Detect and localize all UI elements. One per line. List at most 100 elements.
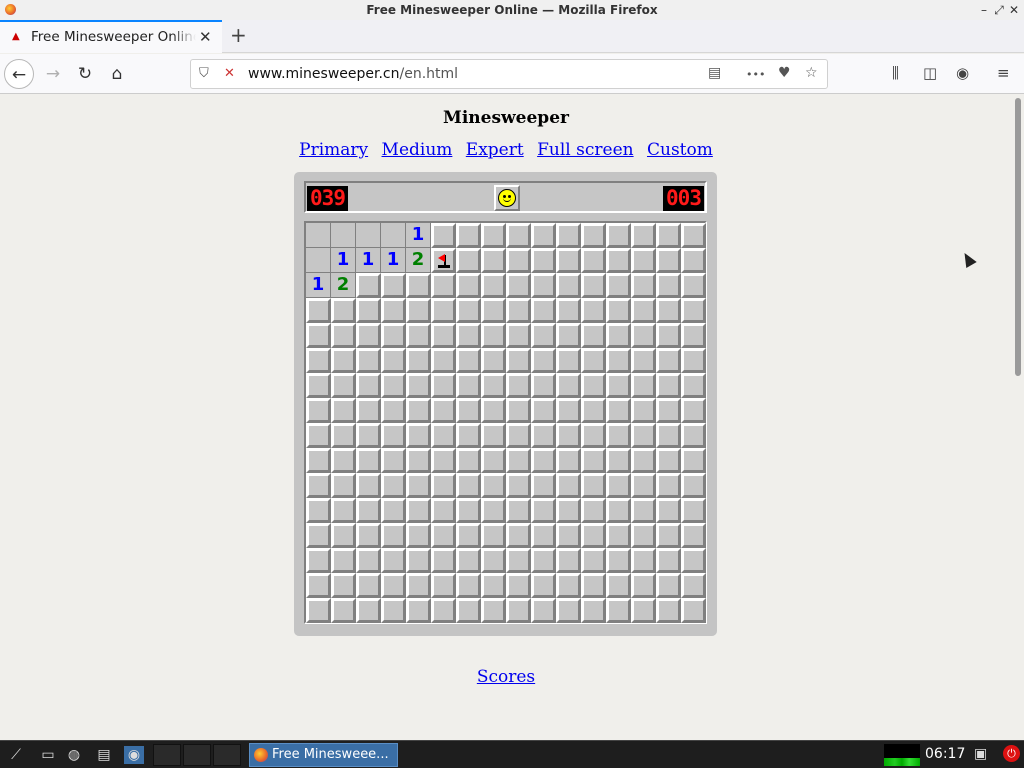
cell-hidden[interactable] [456, 248, 481, 273]
cell-hidden[interactable] [681, 523, 706, 548]
cell-hidden[interactable] [506, 498, 531, 523]
cell-hidden[interactable] [406, 423, 431, 448]
cell-hidden[interactable] [456, 598, 481, 623]
file-manager-icon[interactable]: ▤ [94, 746, 114, 764]
cell-hidden[interactable] [481, 273, 506, 298]
cell-hidden[interactable] [331, 348, 356, 373]
cell-hidden[interactable] [356, 423, 381, 448]
cell-hidden[interactable] [631, 223, 656, 248]
cell-hidden[interactable] [331, 523, 356, 548]
cell-hidden[interactable] [531, 498, 556, 523]
cell-hidden[interactable] [481, 423, 506, 448]
cell-hidden[interactable] [381, 448, 406, 473]
cell-hidden[interactable] [531, 298, 556, 323]
cell-hidden[interactable] [406, 448, 431, 473]
cell-hidden[interactable] [581, 448, 606, 473]
cell-hidden[interactable] [431, 223, 456, 248]
cell-hidden[interactable] [356, 548, 381, 573]
taskbar-clock[interactable]: 06:17 [925, 746, 965, 762]
workspace-3[interactable] [183, 744, 211, 766]
cell-hidden[interactable] [631, 373, 656, 398]
cell-hidden[interactable] [481, 323, 506, 348]
cell-hidden[interactable] [606, 448, 631, 473]
cell-hidden[interactable] [406, 373, 431, 398]
new-tab-icon[interactable]: + [230, 23, 247, 47]
workspace-4[interactable] [213, 744, 241, 766]
cell-hidden[interactable] [431, 423, 456, 448]
cell-number-1[interactable]: 1 [356, 248, 381, 273]
cell-hidden[interactable] [506, 523, 531, 548]
cell-hidden[interactable] [681, 348, 706, 373]
cell-hidden[interactable] [506, 373, 531, 398]
cell-hidden[interactable] [431, 323, 456, 348]
cell-hidden[interactable] [456, 323, 481, 348]
cell-hidden[interactable] [656, 248, 681, 273]
workspace-2[interactable] [153, 744, 181, 766]
library-icon[interactable]: ⫼ [892, 64, 899, 82]
smiley-reset-button[interactable] [494, 185, 520, 211]
cell-hidden[interactable] [356, 273, 381, 298]
cell-hidden[interactable] [431, 598, 456, 623]
cell-hidden[interactable] [581, 373, 606, 398]
cell-hidden[interactable] [356, 573, 381, 598]
cell-hidden[interactable] [356, 598, 381, 623]
cell-hidden[interactable] [581, 498, 606, 523]
cell-hidden[interactable] [381, 398, 406, 423]
cell-hidden[interactable] [681, 423, 706, 448]
menu-icon[interactable]: ≡ [997, 64, 1010, 82]
cell-hidden[interactable] [356, 323, 381, 348]
account-icon[interactable]: ◉ [956, 64, 969, 82]
cell-hidden[interactable] [606, 523, 631, 548]
cell-hidden[interactable] [631, 598, 656, 623]
cell-hidden[interactable] [506, 223, 531, 248]
home-button[interactable]: ⌂ [102, 59, 132, 89]
browser-launcher-icon[interactable]: ◍ [64, 746, 84, 764]
cell-hidden[interactable] [506, 548, 531, 573]
cell-hidden[interactable] [481, 398, 506, 423]
cell-hidden[interactable] [481, 498, 506, 523]
cell-hidden[interactable] [631, 398, 656, 423]
cell-hidden[interactable] [431, 348, 456, 373]
cell-number-1[interactable]: 1 [406, 223, 431, 248]
cell-hidden[interactable] [356, 523, 381, 548]
cell-hidden[interactable] [506, 298, 531, 323]
cell-hidden[interactable] [331, 423, 356, 448]
cell-hidden[interactable] [606, 348, 631, 373]
cell-hidden[interactable] [681, 373, 706, 398]
cell-number-1[interactable]: 1 [331, 248, 356, 273]
close-window-icon[interactable]: ✕ [1007, 2, 1021, 18]
cell-hidden[interactable] [681, 273, 706, 298]
cell-empty[interactable] [381, 223, 406, 248]
cell-hidden[interactable] [331, 473, 356, 498]
cell-hidden[interactable] [681, 473, 706, 498]
cell-hidden[interactable] [456, 548, 481, 573]
cell-hidden[interactable] [431, 298, 456, 323]
cell-hidden[interactable] [631, 523, 656, 548]
cell-flagged[interactable] [431, 248, 456, 273]
cell-hidden[interactable] [606, 323, 631, 348]
level-link-medium[interactable]: Medium [382, 140, 453, 160]
cell-hidden[interactable] [606, 473, 631, 498]
taskbar-task-firefox[interactable]: Free Minesweee... [249, 743, 398, 767]
cell-hidden[interactable] [581, 548, 606, 573]
cell-hidden[interactable] [656, 498, 681, 523]
cell-hidden[interactable] [331, 573, 356, 598]
cell-hidden[interactable] [581, 273, 606, 298]
cell-hidden[interactable] [556, 573, 581, 598]
cell-hidden[interactable] [356, 298, 381, 323]
cell-hidden[interactable] [456, 448, 481, 473]
cell-hidden[interactable] [306, 573, 331, 598]
cell-hidden[interactable] [306, 598, 331, 623]
start-menu-icon[interactable]: ⟋ [6, 746, 26, 764]
cell-hidden[interactable] [456, 423, 481, 448]
cell-number-1[interactable]: 1 [381, 248, 406, 273]
cell-hidden[interactable] [381, 423, 406, 448]
cell-hidden[interactable] [406, 498, 431, 523]
cell-hidden[interactable] [306, 423, 331, 448]
cell-hidden[interactable] [606, 573, 631, 598]
scrollbar-thumb[interactable] [1015, 98, 1021, 376]
cell-hidden[interactable] [406, 298, 431, 323]
cell-hidden[interactable] [406, 273, 431, 298]
cell-hidden[interactable] [306, 373, 331, 398]
cell-hidden[interactable] [506, 598, 531, 623]
